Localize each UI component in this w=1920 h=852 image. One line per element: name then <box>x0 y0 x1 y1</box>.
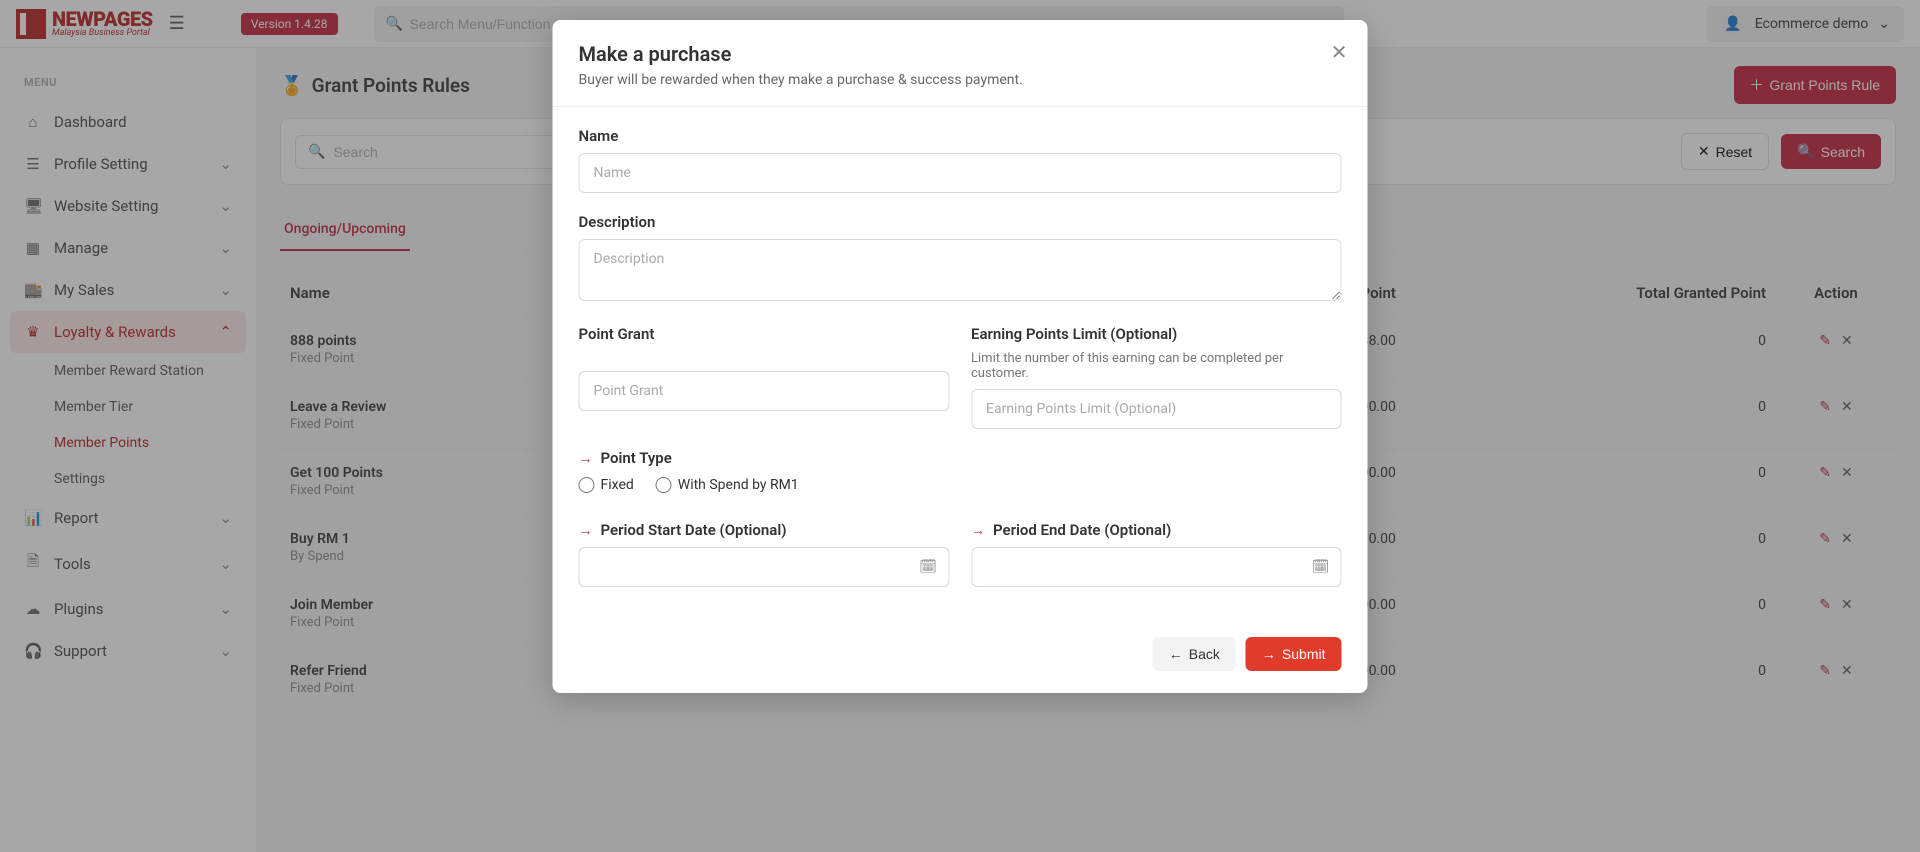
end-date-input[interactable] <box>971 547 1342 587</box>
end-date-label: Period End Date (Optional) <box>993 521 1171 539</box>
radio-fixed[interactable]: Fixed <box>579 477 634 493</box>
radio-with-spend-input[interactable] <box>656 477 672 493</box>
modal-title: Make a purchase <box>579 42 1342 66</box>
back-button-label: Back <box>1189 646 1220 662</box>
earning-limit-hint: Limit the number of this earning can be … <box>971 351 1342 381</box>
arrow-right-icon: → <box>971 522 985 539</box>
modal-subtitle: Buyer will be rewarded when they make a … <box>579 72 1342 88</box>
arrow-left-icon: ← <box>1169 646 1183 662</box>
radio-fixed-label: Fixed <box>601 477 634 493</box>
point-type-label: Point Type <box>601 449 672 467</box>
close-icon: ✕ <box>1331 42 1348 64</box>
name-label: Name <box>579 127 1342 145</box>
start-date-input[interactable] <box>579 547 950 587</box>
description-label: Description <box>579 213 1342 231</box>
radio-with-spend[interactable]: With Spend by RM1 <box>656 477 799 493</box>
description-textarea[interactable] <box>579 239 1342 301</box>
make-purchase-modal: Make a purchase Buyer will be rewarded w… <box>553 20 1368 693</box>
point-grant-input[interactable] <box>579 371 950 411</box>
submit-button-label: Submit <box>1282 646 1326 662</box>
arrow-right-icon: → <box>579 450 593 467</box>
point-grant-label: Point Grant <box>579 325 950 343</box>
modal-close-button[interactable]: ✕ <box>1331 40 1348 65</box>
earning-limit-input[interactable] <box>971 389 1342 429</box>
start-date-label: Period Start Date (Optional) <box>601 521 787 539</box>
name-input[interactable] <box>579 153 1342 193</box>
back-button[interactable]: ← Back <box>1153 637 1236 671</box>
arrow-right-icon: → <box>1262 646 1276 662</box>
submit-button[interactable]: → Submit <box>1246 637 1342 671</box>
earning-limit-label: Earning Points Limit (Optional) <box>971 325 1342 343</box>
arrow-right-icon: → <box>579 522 593 539</box>
radio-fixed-input[interactable] <box>579 477 595 493</box>
radio-with-spend-label: With Spend by RM1 <box>678 477 799 493</box>
